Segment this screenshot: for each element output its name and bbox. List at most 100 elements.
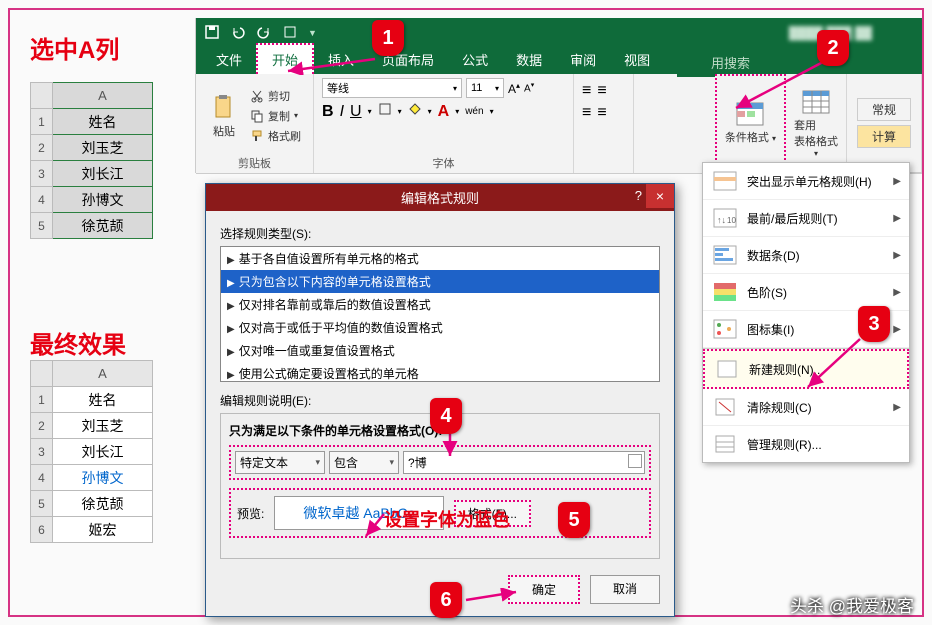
- underline-button[interactable]: U: [350, 103, 362, 121]
- condition-op-combo[interactable]: 包含▾: [329, 451, 399, 474]
- ok-button[interactable]: 确定: [508, 575, 580, 604]
- font-group: 等线▾ 11▾ A▴ A▾ B I U▾ ▾ ▾ A▾ wén▾ 字体: [314, 74, 574, 173]
- edit-rule-dialog: 编辑格式规则 ? × 选择规则类型(S): ▶基于各自值设置所有单元格的格式 ▶…: [205, 183, 675, 617]
- tab-formulas[interactable]: 公式: [448, 45, 502, 74]
- tab-page-layout[interactable]: 页面布局: [368, 45, 448, 74]
- cell-formatted[interactable]: 孙博文: [53, 465, 153, 491]
- qat-item-icon[interactable]: [282, 24, 298, 43]
- tab-data[interactable]: 数据: [502, 45, 556, 74]
- title-bar-right: ████ ███ ██: [677, 18, 922, 48]
- range-selector-icon[interactable]: [628, 454, 642, 468]
- condition-label: 只为满足以下条件的单元格设置格式(O):: [229, 422, 651, 439]
- bold-button[interactable]: B: [322, 103, 334, 121]
- condition-row: 特定文本▾ 包含▾ ?博: [229, 445, 651, 480]
- dialog-title: 编辑格式规则: [401, 191, 479, 206]
- copy-button[interactable]: 复制 ▾: [248, 107, 303, 125]
- cf-new-rule[interactable]: 新建规则(N)...: [703, 349, 909, 389]
- rule-option[interactable]: ▶仅对高于或低于平均值的数值设置格式: [221, 316, 659, 339]
- topbottom-icon: ↑↓10: [713, 208, 737, 228]
- cf-data-bars[interactable]: 数据条(D)▶: [703, 237, 909, 274]
- cell[interactable]: 姓名: [53, 387, 153, 413]
- group-title: 字体: [322, 155, 565, 171]
- col-header-a[interactable]: A: [53, 83, 153, 109]
- conditional-format-menu: 突出显示单元格规则(H)▶ ↑↓10最前/最后规则(T)▶ 数据条(D)▶ 色阶…: [702, 162, 910, 463]
- cancel-button[interactable]: 取消: [590, 575, 660, 604]
- chevron-down-icon[interactable]: ▼: [308, 28, 317, 38]
- cell[interactable]: 徐苋颉: [53, 213, 153, 239]
- svg-text:↑↓: ↑↓: [717, 215, 726, 225]
- cf-highlight-rules[interactable]: 突出显示单元格规则(H)▶: [703, 163, 909, 200]
- fill-color-button[interactable]: [408, 102, 422, 121]
- tab-home[interactable]: 开始: [256, 43, 314, 74]
- tab-view[interactable]: 视图: [610, 45, 664, 74]
- rule-type-list[interactable]: ▶基于各自值设置所有单元格的格式 ▶只为包含以下内容的单元格设置格式 ▶仅对排名…: [220, 246, 660, 382]
- undo-icon[interactable]: [230, 24, 246, 43]
- search-box[interactable]: 用搜索: [677, 48, 922, 77]
- cell-styles[interactable]: 常规 计算: [847, 74, 922, 172]
- italic-button[interactable]: I: [340, 103, 344, 121]
- cell[interactable]: 姓名: [53, 109, 153, 135]
- align-middle-icon[interactable]: ≡: [597, 82, 606, 100]
- styles-group: 条件格式 ▾ 套用 表格格式▾ 常规 计算: [715, 74, 922, 173]
- dialog-title-bar: 编辑格式规则 ? ×: [206, 184, 674, 211]
- newrule-icon: [715, 359, 739, 379]
- group-title: 剪贴板: [204, 155, 305, 171]
- cf-top-bottom-rules[interactable]: ↑↓10最前/最后规则(T)▶: [703, 200, 909, 237]
- rule-option-selected[interactable]: ▶只为包含以下内容的单元格设置格式: [221, 270, 659, 293]
- paste-icon: [210, 93, 238, 121]
- condition-type-combo[interactable]: 特定文本▾: [235, 451, 325, 474]
- font-size-combo[interactable]: 11▾: [466, 78, 504, 98]
- tab-review[interactable]: 审阅: [556, 45, 610, 74]
- align-left-icon[interactable]: ≡: [582, 104, 591, 122]
- brush-icon: [250, 129, 264, 143]
- format-button[interactable]: 格式(F)...: [454, 500, 531, 527]
- redo-icon[interactable]: [256, 24, 272, 43]
- col-header-a[interactable]: A: [53, 361, 153, 387]
- rule-option[interactable]: ▶仅对唯一值或重复值设置格式: [221, 339, 659, 362]
- alignment-group: ≡ ≡ ≡ ≡: [574, 74, 634, 173]
- cf-color-scales[interactable]: 色阶(S)▶: [703, 274, 909, 311]
- align-top-icon[interactable]: ≡: [582, 82, 591, 100]
- help-icon[interactable]: ?: [635, 188, 642, 203]
- rule-option[interactable]: ▶仅对排名靠前或靠后的数值设置格式: [221, 293, 659, 316]
- cell[interactable]: 姬宏: [53, 517, 153, 543]
- cell[interactable]: 刘长江: [53, 439, 153, 465]
- clear-icon: [713, 397, 737, 417]
- cut-button[interactable]: 剪切: [248, 87, 303, 105]
- save-icon[interactable]: [204, 24, 220, 43]
- cf-manage-rules[interactable]: 管理规则(R)...: [703, 426, 909, 462]
- cell[interactable]: 徐苋颉: [53, 491, 153, 517]
- grow-font-icon[interactable]: A▴: [508, 81, 520, 96]
- table-format-icon: [801, 89, 831, 115]
- align-center-icon[interactable]: ≡: [597, 104, 606, 122]
- border-button[interactable]: [378, 102, 392, 121]
- conditional-format-icon: [735, 101, 765, 127]
- cell[interactable]: 刘长江: [53, 161, 153, 187]
- paste-button[interactable]: 粘贴: [204, 91, 244, 141]
- condition-value-input[interactable]: ?博: [403, 451, 645, 474]
- phonetic-button[interactable]: wén: [465, 106, 483, 117]
- highlight-icon: [713, 171, 737, 191]
- format-as-table-button[interactable]: 套用 表格格式▾: [786, 74, 847, 172]
- rule-option[interactable]: ▶使用公式确定要设置格式的单元格: [221, 362, 659, 382]
- close-icon[interactable]: ×: [646, 184, 674, 208]
- cf-clear-rules[interactable]: 清除规则(C)▶: [703, 389, 909, 426]
- cell[interactable]: 孙博文: [53, 187, 153, 213]
- heading-select-column: 选中A列: [30, 30, 119, 65]
- cf-icon-sets[interactable]: 图标集(I)▶: [703, 311, 909, 348]
- databar-icon: [713, 245, 737, 265]
- cell[interactable]: 刘玉芝: [53, 413, 153, 439]
- preview-box: 微软卓越 AaBbCc: [274, 496, 443, 530]
- tab-file[interactable]: 文件: [202, 45, 256, 74]
- conditional-formatting-button[interactable]: 条件格式 ▾: [715, 74, 786, 172]
- rule-option[interactable]: ▶基于各自值设置所有单元格的格式: [221, 247, 659, 270]
- copy-icon: [250, 109, 264, 123]
- font-color-button[interactable]: A: [438, 103, 450, 121]
- tab-insert[interactable]: 插入: [314, 45, 368, 74]
- format-painter-button[interactable]: 格式刷: [248, 127, 303, 145]
- font-name-combo[interactable]: 等线▾: [322, 78, 462, 98]
- clipboard-group: 粘贴 剪切 复制 ▾ 格式刷 剪贴板: [196, 74, 314, 173]
- cell[interactable]: 刘玉芝: [53, 135, 153, 161]
- shrink-font-icon[interactable]: A▾: [524, 81, 534, 94]
- watermark: 头杀 @我爱极客: [790, 592, 914, 617]
